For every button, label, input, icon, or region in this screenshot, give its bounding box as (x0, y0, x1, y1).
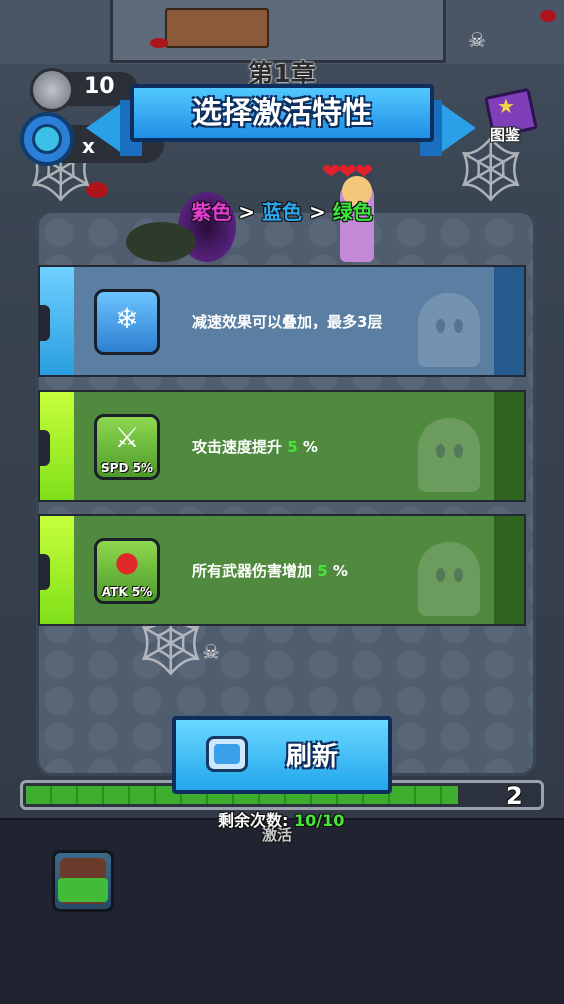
icon-tag: SPD 5% (101, 461, 153, 475)
rarity-order: 紫色 > 蓝色 > 绿色 (0, 196, 564, 225)
star-icon: ★ (497, 94, 515, 118)
skull-icon: ☠ (202, 640, 220, 664)
tv-screen (214, 744, 240, 764)
card-edge (494, 516, 524, 624)
stopwatch-face (32, 124, 62, 154)
hearts-icon: ❤❤❤ (322, 160, 373, 185)
codex-button-label[interactable]: 图鉴 (490, 124, 520, 145)
trait-description: 所有武器伤害增加 5 % (192, 562, 348, 580)
level-number: 2 (506, 782, 523, 810)
rarity-green: 绿色 (332, 200, 373, 224)
icon-tag: ATK 5% (101, 585, 153, 599)
rarity-blue: 蓝色 (262, 200, 302, 224)
card-notch (40, 554, 50, 590)
page-title: 选择激活特性 (192, 96, 372, 131)
slow-potion-snowflake-icon: ❄ (94, 289, 160, 355)
card-edge (494, 392, 524, 500)
slime-drip-icon (58, 878, 108, 902)
spider-enemy (126, 222, 196, 262)
card-notch (40, 305, 50, 341)
trait-card-attack-speed[interactable]: ⚔ SPD 5% 攻击速度提升 5 % (38, 390, 526, 502)
trait-card-slow-stack[interactable]: ❄ 减速效果可以叠加，最多3层 (38, 265, 526, 377)
rarity-purple: 紫色 (191, 200, 232, 224)
card-edge (494, 267, 524, 375)
boxing-glove-icon: ● ATK 5% (94, 538, 160, 604)
trait-card-weapon-damage[interactable]: ● ATK 5% 所有武器伤害增加 5 % (38, 514, 526, 626)
ghost-icon (418, 293, 480, 367)
trait-description: 减速效果可以叠加，最多3层 (192, 313, 383, 331)
rarity-separator: > (238, 200, 256, 224)
ghost-icon (418, 418, 480, 492)
ghost-icon (418, 542, 480, 616)
trait-description: 攻击速度提升 5 % (192, 438, 318, 456)
refresh-button[interactable] (172, 716, 392, 794)
refresh-button-label[interactable]: 刷新 (286, 736, 338, 773)
attack-speed-sword-icon: ⚔ SPD 5% (94, 414, 160, 480)
card-notch (40, 430, 50, 466)
skull-icon: ☠ (468, 28, 486, 52)
desk (165, 8, 269, 48)
rarity-separator: > (308, 200, 326, 224)
activated-label: 激活 (262, 826, 293, 844)
blood-splatter (540, 10, 556, 22)
banner-arrow-right (436, 100, 476, 156)
blood-splatter (150, 38, 168, 48)
